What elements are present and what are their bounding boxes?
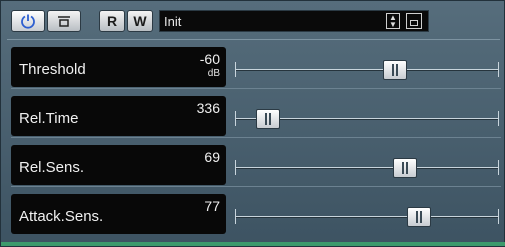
slider-handle[interactable]: [392, 158, 417, 178]
row-separator: [11, 88, 501, 89]
slider-handle[interactable]: [255, 109, 280, 129]
parameter-row-rel-time: Rel.Time 336: [11, 94, 501, 138]
rel-sens-slider[interactable]: [233, 143, 501, 187]
rel-sens-value-box[interactable]: Rel.Sens. 69: [11, 145, 226, 185]
row-separator: [11, 137, 501, 138]
parameter-unit: dB: [207, 68, 220, 79]
threshold-slider[interactable]: [233, 45, 501, 89]
parameter-name: Threshold: [19, 61, 86, 78]
toolbar-divider: [7, 39, 500, 40]
bottom-strip: [1, 242, 505, 246]
parameter-value: 77: [204, 198, 220, 214]
preset-name: Init: [164, 14, 182, 29]
parameter-row-attack-sens: Attack.Sens. 77: [11, 192, 501, 236]
toolbar: R W Init ▲ ▼: [9, 7, 499, 35]
bypass-button[interactable]: [47, 10, 81, 32]
read-automation-button[interactable]: R: [99, 10, 125, 32]
parameter-row-threshold: Threshold -60 dB: [11, 45, 501, 89]
bypass-icon: [58, 16, 70, 27]
save-icon[interactable]: [406, 13, 422, 29]
parameter-name: Rel.Time: [19, 110, 79, 127]
parameter-name: Attack.Sens.: [19, 208, 104, 225]
parameter-value: 69: [204, 149, 220, 165]
power-button[interactable]: [11, 10, 45, 32]
rel-time-value-box[interactable]: Rel.Time 336: [11, 96, 226, 136]
plugin-panel: R W Init ▲ ▼ Threshold -60 dB Rel.Time 33…: [0, 0, 505, 247]
up-down-arrows-icon[interactable]: ▲ ▼: [386, 13, 400, 29]
attack-sens-slider[interactable]: [233, 192, 501, 236]
parameter-name: Rel.Sens.: [19, 159, 85, 176]
write-automation-button[interactable]: W: [127, 10, 153, 32]
parameter-value: 336: [196, 100, 220, 116]
slider-handle[interactable]: [383, 60, 408, 80]
slider-handle[interactable]: [406, 207, 431, 227]
rel-time-slider[interactable]: [233, 94, 501, 138]
parameter-row-rel-sens: Rel.Sens. 69: [11, 143, 501, 187]
power-icon: [21, 14, 35, 29]
parameter-value: -60: [199, 51, 220, 67]
attack-sens-value-box[interactable]: Attack.Sens. 77: [11, 194, 226, 234]
preset-field[interactable]: Init ▲ ▼: [159, 10, 429, 32]
row-separator: [11, 186, 501, 187]
threshold-value-box[interactable]: Threshold -60 dB: [11, 47, 226, 87]
